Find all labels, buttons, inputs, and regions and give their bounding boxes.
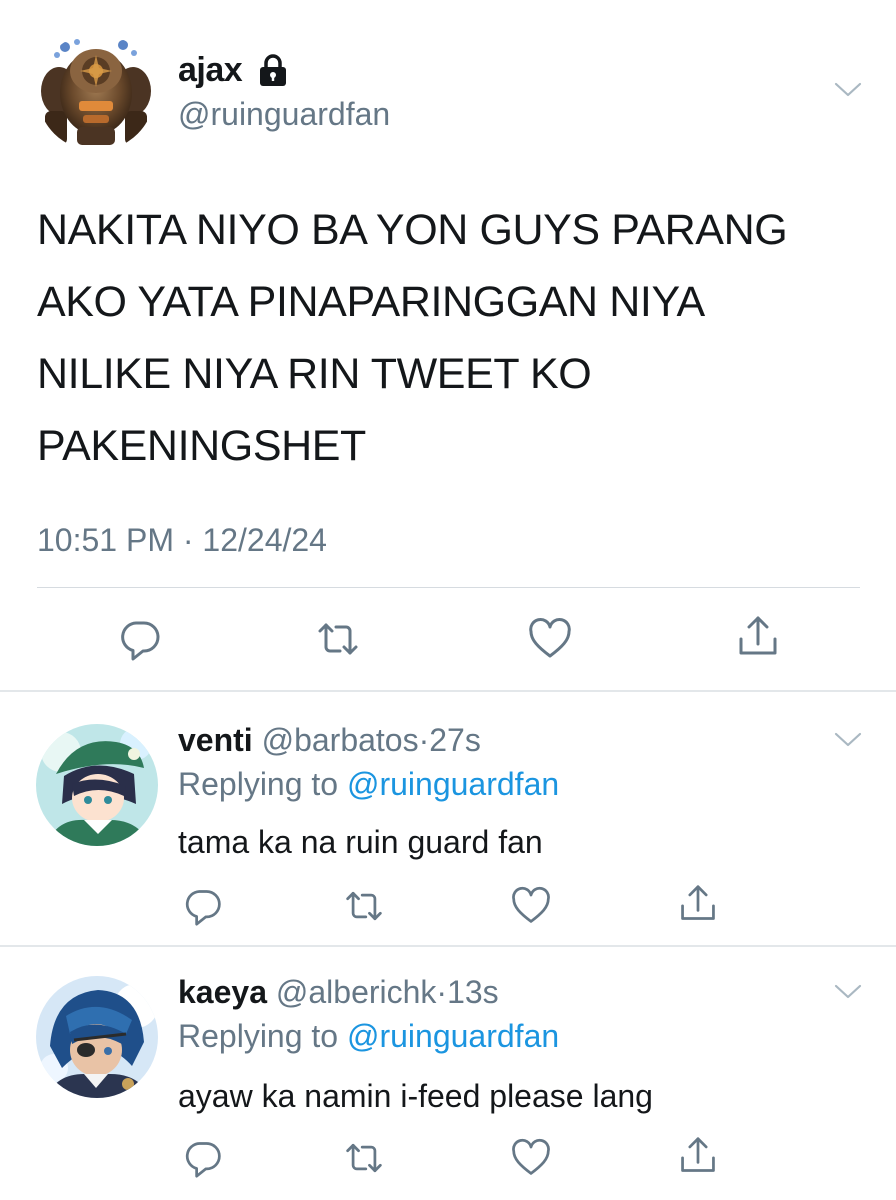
share-icon[interactable] [736,615,780,659]
reply-display-name[interactable]: kaeya [178,974,267,1010]
chevron-down-icon[interactable] [834,732,862,748]
kaeya-avatar-image [36,976,158,1098]
reply-display-name[interactable]: venti [178,722,253,758]
reply-text: tama ka na ruin guard fan [178,824,543,860]
chevron-down-icon[interactable] [834,984,862,1000]
display-name[interactable]: ajax [178,50,243,90]
reply-handle[interactable]: @barbatos [262,722,419,758]
heart-icon[interactable] [528,617,572,661]
replying-label: Replying to [178,1018,339,1054]
tweet-date: 12/24/24 [202,522,327,558]
tweet-time: 10:51 PM [37,522,174,558]
profile-avatar-kaeya[interactable] [36,976,158,1098]
replying-to-mention[interactable]: @ruinguardfan [347,766,559,802]
retweet-icon[interactable] [344,886,384,926]
reply-age: 27s [429,722,481,758]
timestamp-separator: · [173,522,203,558]
venti-avatar-image [36,724,158,846]
reply-dot: · [436,974,448,1010]
tweet-timestamp[interactable]: 10:51 PM · 12/24/24 [37,520,327,560]
share-icon[interactable] [678,884,718,924]
reply-header: venti @barbatos·27s [178,720,481,760]
reply-icon[interactable] [183,1138,223,1178]
reply-icon[interactable] [183,886,223,926]
share-icon[interactable] [678,1136,718,1176]
section-divider [0,945,896,947]
reply-age: 13s [447,974,499,1010]
user-handle[interactable]: @ruinguardfan [178,94,390,134]
retweet-icon[interactable] [344,1138,384,1178]
tweet-text: NAKITA NIYO BA YON GUYS PARANG AKO YATA … [37,206,788,470]
divider [37,587,860,588]
replying-to-line: Replying to @ruinguardfan [178,1016,559,1056]
reply-icon[interactable] [118,617,162,661]
chevron-down-icon[interactable] [834,82,862,98]
profile-avatar-ajax[interactable] [37,33,155,151]
section-divider [0,690,896,692]
replying-to-line: Replying to @ruinguardfan [178,764,559,804]
replying-to-mention[interactable]: @ruinguardfan [347,1018,559,1054]
replying-label: Replying to [178,766,339,802]
retweet-icon[interactable] [316,617,360,661]
profile-avatar-venti[interactable] [36,724,158,846]
reply-handle[interactable]: @alberichk [276,974,437,1010]
heart-icon[interactable] [511,1138,551,1178]
reply-dot: · [418,722,430,758]
heart-icon[interactable] [511,886,551,926]
reply-text: ayaw ka namin i-feed please lang [178,1078,653,1114]
lock-icon [257,53,289,87]
reply-header: kaeya @alberichk·13s [178,972,499,1012]
ruin-guard-avatar-image [37,33,155,151]
